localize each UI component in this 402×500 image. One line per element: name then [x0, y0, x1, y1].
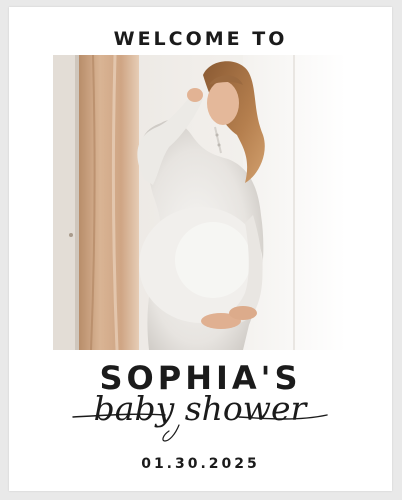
- event-date: 01.30.2025: [141, 456, 260, 472]
- event-script-text: baby shower: [93, 389, 307, 428]
- pregnant-woman-photo: [53, 55, 346, 350]
- welcome-heading: WELCOME TO: [113, 28, 288, 50]
- baby-shower-welcome-sign: WELCOME TO SOPHIA'S baby shower 01.30.20…: [9, 7, 392, 491]
- event-script-title: baby shower: [69, 385, 331, 445]
